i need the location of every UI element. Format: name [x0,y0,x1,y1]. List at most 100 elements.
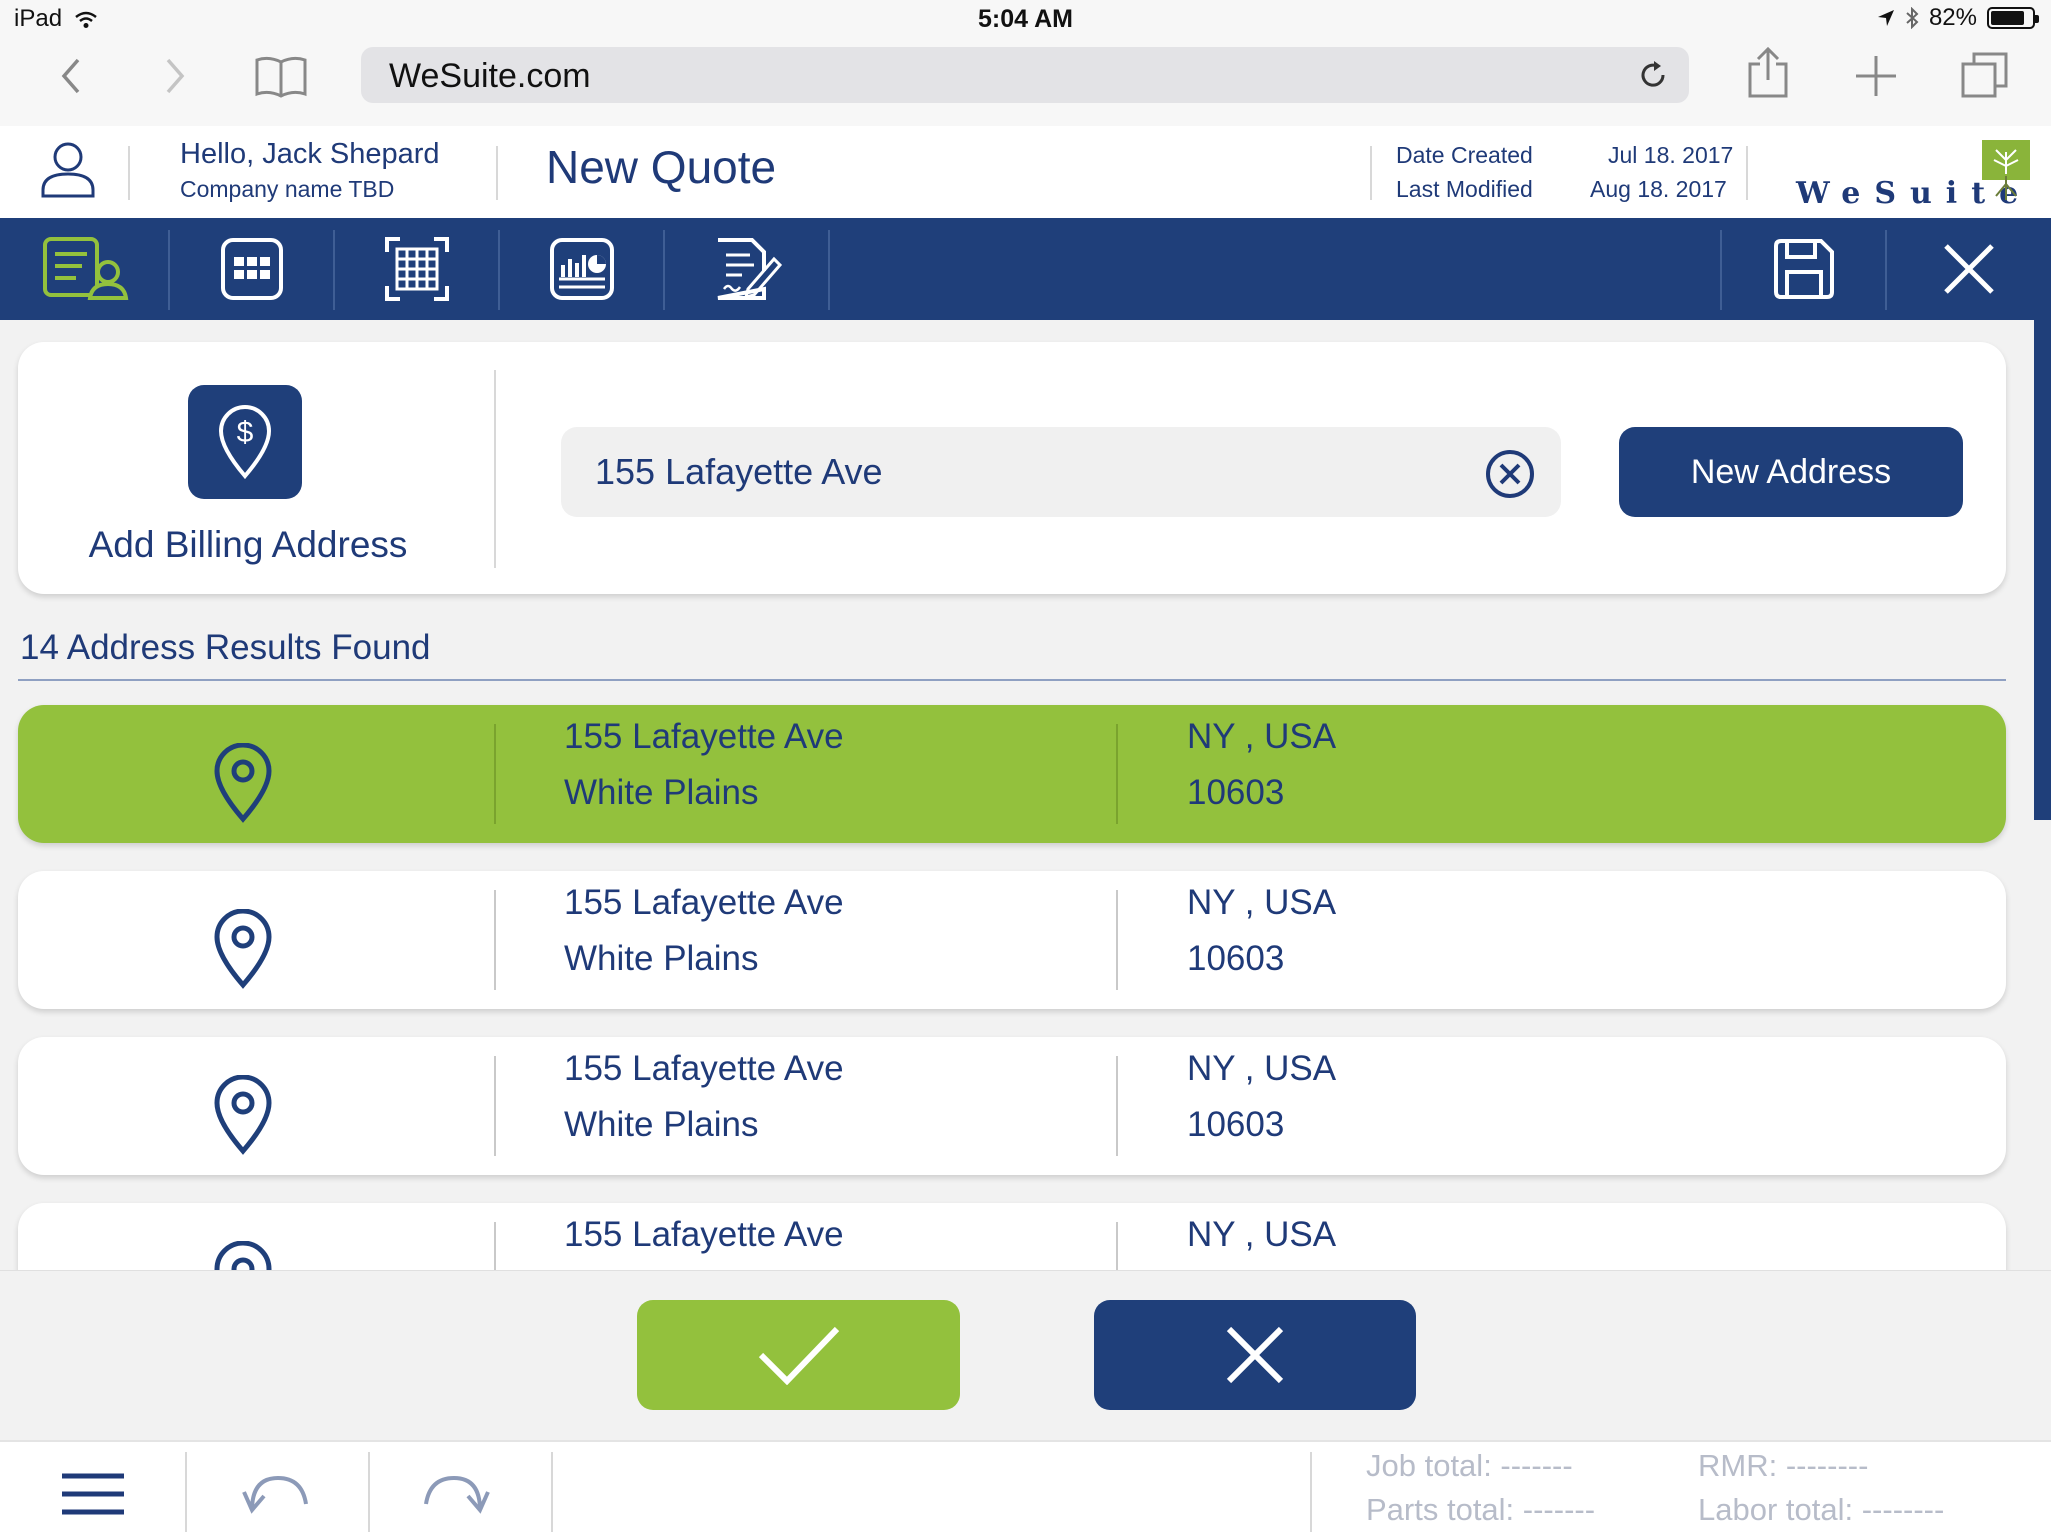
confirm-button[interactable] [637,1300,960,1410]
main-toolbar [0,218,2051,320]
result-zip: 10603 [1187,1105,1285,1144]
forward-icon[interactable] [160,56,190,96]
save-icon [1773,239,1834,299]
battery-icon [1987,7,2039,29]
toolbar-save-button[interactable] [1721,218,1886,320]
result-street: 155 Lafayette Ave [564,717,844,756]
undo-icon[interactable] [242,1470,310,1514]
user-icon[interactable] [40,140,96,198]
tabs-icon[interactable] [1960,50,2010,100]
result-city: White Plains [564,939,759,978]
bluetooth-icon [1906,7,1919,29]
menu-icon[interactable] [60,1472,126,1516]
result-zip: 10603 [1187,939,1285,978]
result-street: 155 Lafayette Ave [564,1215,844,1254]
address-search-input[interactable]: 155 Lafayette Ave [561,427,1561,517]
table-icon [384,237,449,301]
bottom-divider [1310,1452,1312,1532]
close-icon [1943,244,1994,294]
labor-total: Labor total: -------- [1698,1492,1945,1527]
back-icon[interactable] [56,56,86,96]
scrollbar[interactable] [2034,320,2051,820]
toolbar-sign-button[interactable] [664,218,829,320]
toolbar-divider [828,230,830,310]
address-search-value: 155 Lafayette Ave [595,451,883,492]
result-city: White Plains [564,773,759,812]
new-tab-icon[interactable] [1854,54,1898,98]
location-pin-icon [214,743,272,823]
action-bar [0,1270,2051,1440]
redo-icon[interactable] [422,1470,490,1514]
add-billing-address-button[interactable]: $ [188,385,302,499]
header-divider [128,146,130,200]
location-pin-icon [214,909,272,989]
address-result-row[interactable]: 155 Lafayette Ave White Plains NY , USA … [18,1037,2006,1175]
bottom-divider [368,1452,370,1532]
result-state-country: NY , USA [1187,1215,1337,1254]
results-count: 14 Address Results Found [20,628,431,667]
bottom-bar: Job total: ------- Parts total: ------- … [0,1440,2051,1540]
page-title: New Quote [546,141,777,193]
location-arrow-icon [1877,10,1894,26]
result-state-country: NY , USA [1187,717,1337,756]
chart-icon [549,238,614,300]
result-city: White Plains [564,1105,759,1144]
browser-bar: WeSuite.com [0,38,2051,126]
tree-logo-icon [1982,140,2030,200]
bookmarks-icon[interactable] [254,54,308,98]
sign-document-icon [717,238,782,300]
toolbar-chart-button[interactable] [499,218,664,320]
result-state-country: NY , USA [1187,1049,1337,1088]
job-total: Job total: ------- [1366,1448,1573,1483]
row-divider [494,1056,496,1156]
header-divider [1370,146,1372,200]
status-bar: iPad 5:04 AM 82% [0,0,2051,38]
card-divider [494,370,496,568]
toolbar-customer-info-button[interactable] [4,218,169,320]
row-divider [1116,890,1118,990]
reload-icon[interactable] [1637,59,1669,91]
toolbar-table-button[interactable] [334,218,499,320]
rmr-total: RMR: -------- [1698,1448,1869,1483]
toolbar-grid-button[interactable] [169,218,334,320]
row-divider [1116,1222,1118,1270]
row-divider [494,1222,496,1270]
close-icon [1226,1326,1284,1384]
app-header: Hello, Jack Shepard Company name TBD New… [0,126,2051,218]
result-zip: 10603 [1187,773,1285,812]
parts-total: Parts total: ------- [1366,1492,1596,1527]
result-street: 155 Lafayette Ave [564,1049,844,1088]
toolbar-close-button[interactable] [1886,218,2051,320]
location-pin-icon [214,1241,272,1270]
user-greeting: Hello, Jack Shepard [180,138,440,170]
result-state-country: NY , USA [1187,883,1337,922]
new-address-button[interactable]: New Address [1619,427,1963,517]
row-divider [494,890,496,990]
address-result-row[interactable]: 155 Lafayette Ave White Plains NY , USA … [18,705,2006,843]
date-created-value: Jul 18. 2017 [1608,142,1734,168]
cancel-button[interactable] [1094,1300,1416,1410]
svg-text:$: $ [237,416,254,449]
clear-search-icon[interactable] [1485,449,1535,499]
location-dollar-icon: $ [218,405,272,480]
billing-address-card: $ Add Billing Address 155 Lafayette Ave … [18,342,2006,594]
header-divider [496,146,498,200]
header-divider [1746,146,1748,200]
address-result-row[interactable]: 155 Lafayette Ave White Plains NY , USA … [18,871,2006,1009]
result-street: 155 Lafayette Ave [564,883,844,922]
share-icon[interactable] [1746,46,1790,100]
results-divider [18,679,2006,681]
add-billing-address-label: Add Billing Address [88,524,408,565]
battery-percent: 82% [1928,4,1977,31]
url-text: WeSuite.com [389,57,591,95]
address-bar[interactable]: WeSuite.com [361,47,1689,103]
status-time: 5:04 AM [978,5,1073,33]
row-divider [1116,724,1118,824]
date-created-label: Date Created [1396,142,1533,168]
last-modified-value: Aug 18. 2017 [1590,176,1727,202]
status-right: 82% [1877,4,2039,32]
bottom-divider [185,1452,187,1532]
row-divider [494,724,496,824]
address-result-row[interactable]: 155 Lafayette Ave NY , USA [18,1203,2006,1270]
customer-info-icon [42,237,128,300]
